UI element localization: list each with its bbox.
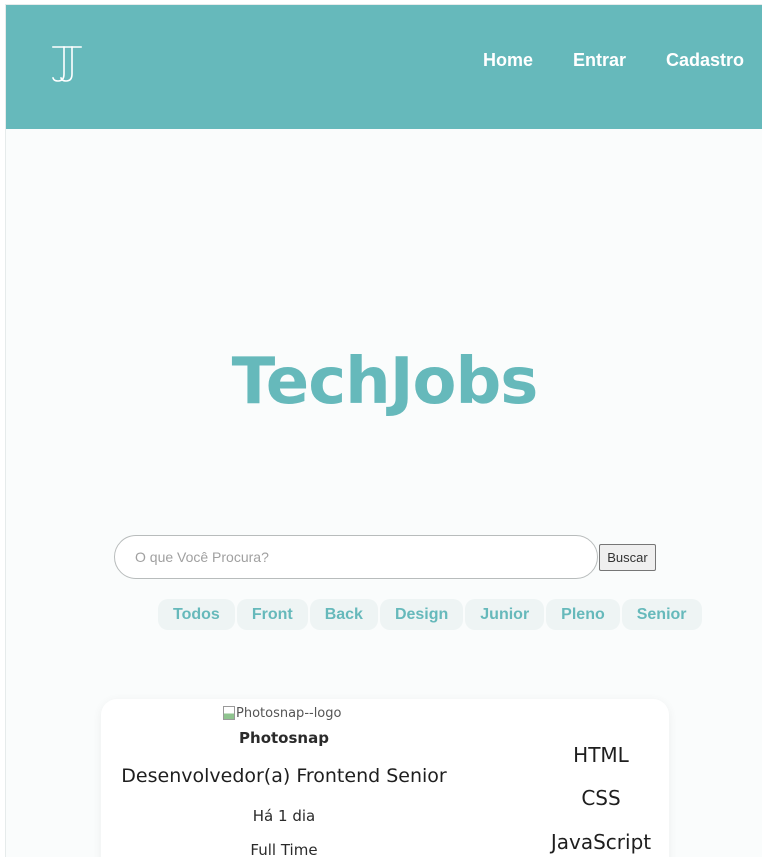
filter-chip-pleno[interactable]: Pleno bbox=[546, 599, 620, 630]
filter-chip-front[interactable]: Front bbox=[236, 599, 308, 630]
jj-monogram-logo-icon bbox=[51, 46, 82, 82]
filter-chip-back[interactable]: Back bbox=[309, 599, 378, 630]
company-logo-image: Photosnap--logo bbox=[223, 704, 341, 722]
tech-tag-html: HTML bbox=[573, 743, 629, 767]
hero-title: TechJobs bbox=[231, 345, 539, 419]
nav-link-cadastro[interactable]: Cadastro bbox=[666, 50, 744, 71]
filter-chip-senior[interactable]: Senior bbox=[621, 599, 702, 630]
job-posted-date: Há 1 dia bbox=[252, 807, 316, 825]
search-button[interactable]: Buscar bbox=[599, 544, 656, 571]
tech-tag-javascript: JavaScript bbox=[550, 830, 652, 854]
nav-link-home[interactable]: Home bbox=[483, 50, 533, 71]
tech-tag-css: CSS bbox=[581, 786, 621, 810]
nav-link-entrar[interactable]: Entrar bbox=[573, 50, 626, 71]
filter-chip-junior[interactable]: Junior bbox=[465, 599, 545, 630]
job-card[interactable]: Photosnap--logo Photosnap Desenvolvedor(… bbox=[101, 699, 669, 857]
filter-chip-design[interactable]: Design bbox=[379, 599, 464, 630]
company-name: Photosnap bbox=[239, 729, 329, 747]
job-title[interactable]: Desenvolvedor(a) Frontend Senior bbox=[101, 765, 467, 787]
page: Home Entrar Cadastro TechJobs Buscar Tod… bbox=[5, 4, 762, 857]
company-logo-alt-text: Photosnap--logo bbox=[236, 705, 342, 721]
broken-image-icon bbox=[223, 706, 235, 720]
filter-chips: Todos Front Back Design Junior Pleno Sen… bbox=[158, 599, 704, 630]
site-logo[interactable] bbox=[50, 41, 84, 85]
filter-chip-todos[interactable]: Todos bbox=[158, 599, 235, 630]
search-input[interactable] bbox=[114, 535, 598, 579]
job-type: Full Time bbox=[250, 841, 318, 857]
navbar: Home Entrar Cadastro bbox=[6, 5, 762, 129]
